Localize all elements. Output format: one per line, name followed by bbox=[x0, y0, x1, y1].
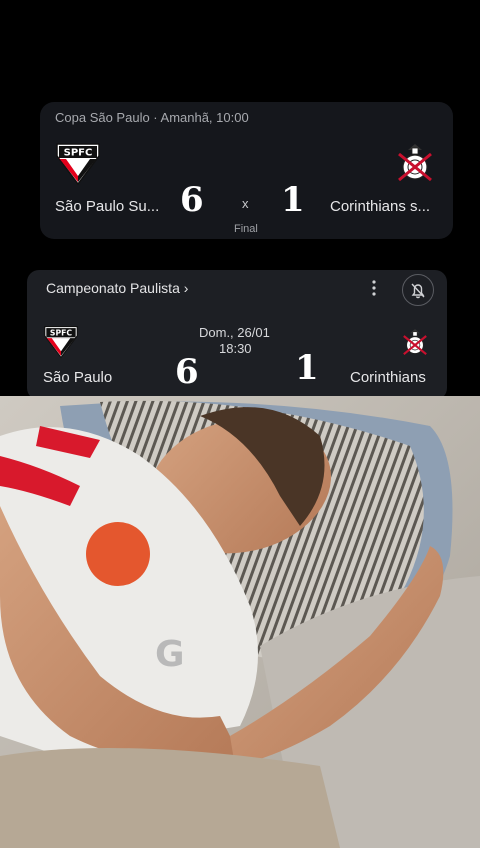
score-separator: x bbox=[242, 196, 249, 211]
away-team-name: Corinthians s... bbox=[330, 198, 431, 215]
away-score: 1 bbox=[281, 180, 305, 220]
match-date: Dom., 26/01 bbox=[199, 325, 270, 340]
screen: Copa São Paulo · Amanhã, 10:00 SPFC São … bbox=[0, 0, 480, 848]
match-card-campeonato-paulista[interactable]: Campeonato Paulista › SPFC Dom., 26/01 1… bbox=[27, 270, 447, 400]
svg-text:SPFC: SPFC bbox=[64, 148, 93, 159]
match-card-copa-sao-paulo[interactable]: Copa São Paulo · Amanhã, 10:00 SPFC São … bbox=[40, 102, 453, 239]
away-score: 1 bbox=[295, 348, 319, 388]
svg-text:SPFC: SPFC bbox=[50, 328, 72, 337]
match-status: Final bbox=[234, 223, 258, 235]
home-score: 6 bbox=[175, 352, 199, 392]
corinthians-crest-icon bbox=[395, 142, 435, 191]
match-header: Copa São Paulo · Amanhã, 10:00 bbox=[55, 110, 249, 125]
corinthians-crest-icon bbox=[401, 327, 429, 364]
home-team-name: São Paulo Su... bbox=[55, 198, 160, 215]
more-vertical-icon[interactable] bbox=[367, 278, 381, 298]
lg-sponsor-text: G bbox=[155, 634, 185, 675]
match-time: 18:30 bbox=[219, 341, 252, 356]
spfc-crest-icon: SPFC bbox=[43, 325, 79, 364]
spfc-crest-icon: SPFC bbox=[55, 142, 101, 191]
home-team-name: São Paulo bbox=[43, 369, 113, 386]
competition-link[interactable]: Campeonato Paulista › bbox=[46, 280, 188, 296]
home-score: 6 bbox=[180, 180, 204, 220]
man-lying-in-bed-photo: G bbox=[0, 396, 480, 848]
notifications-off-icon[interactable] bbox=[402, 274, 434, 306]
away-team-name: Corinthians bbox=[350, 369, 426, 386]
